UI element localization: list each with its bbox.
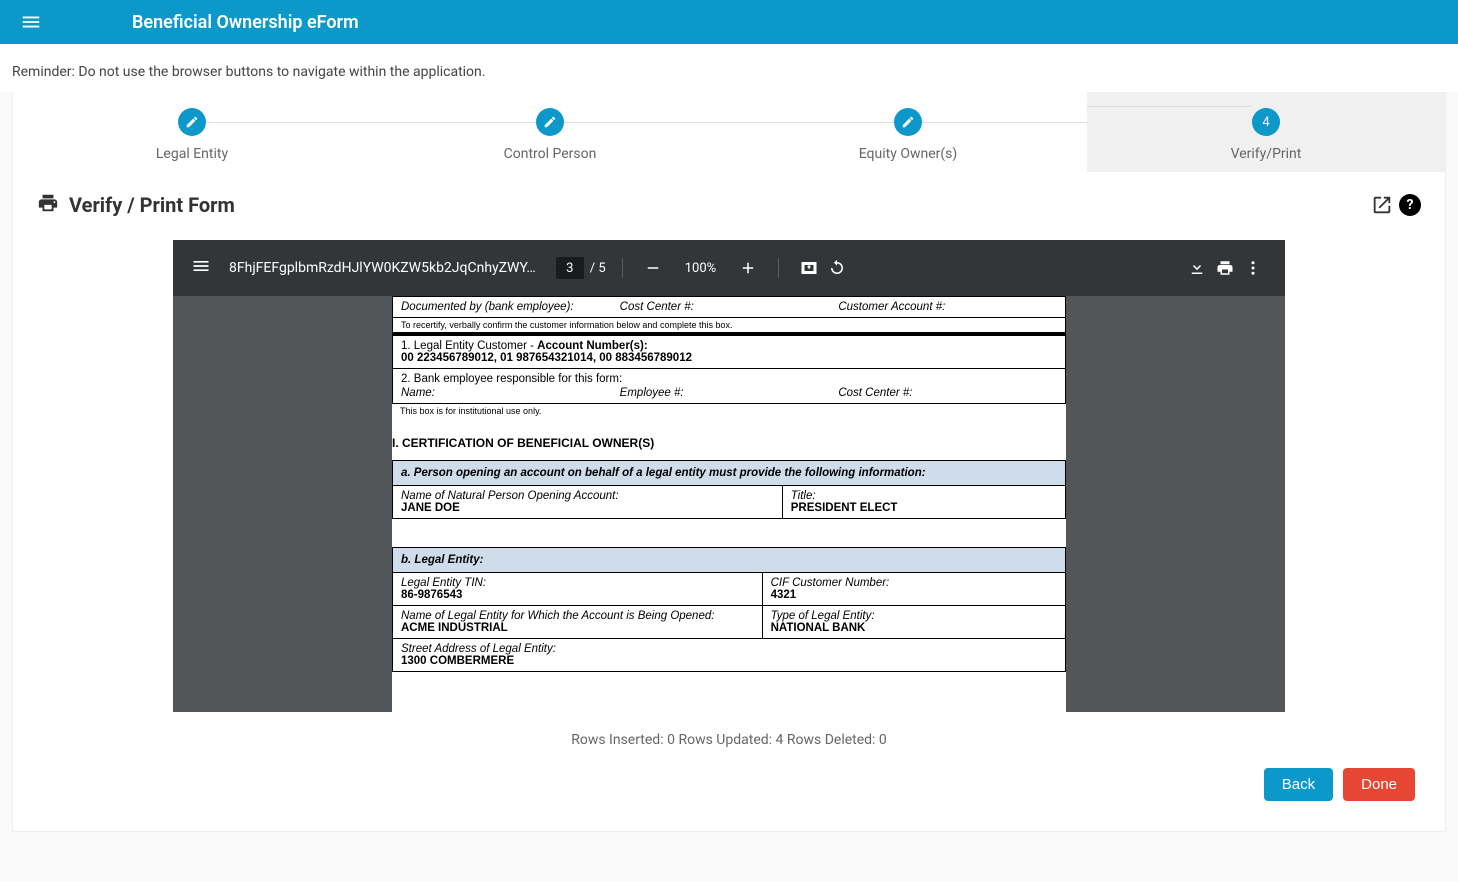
pencil-icon <box>185 115 199 129</box>
customer-account-label: Customer Account #: <box>838 301 1057 313</box>
zoom-out-button[interactable] <box>639 254 667 282</box>
pdf-toolbar: 8FhjFEFgplbmRzdHJlYW0KZW5kb2JqCnhyZWY… 3… <box>173 240 1285 296</box>
cif-value: 4321 <box>771 589 797 601</box>
street-label: Street Address of Legal Entity: <box>401 643 556 655</box>
cost-center-label-2: Cost Center #: <box>838 387 1057 399</box>
section-title: Verify / Print Form <box>69 193 235 217</box>
pdf-page: Documented by (bank employee): Cost Cent… <box>392 296 1066 712</box>
pdf-total-pages: / 5 <box>590 261 606 276</box>
print-button[interactable] <box>1211 254 1239 282</box>
pdf-zoom[interactable]: 100% <box>677 258 724 279</box>
more-vert-icon <box>1244 259 1262 277</box>
section-a-header: a. Person opening an account on behalf o… <box>392 460 1066 486</box>
step-label: Legal Entity <box>13 146 371 162</box>
step-label: Verify/Print <box>1087 146 1445 162</box>
step-control-person[interactable]: Control Person <box>371 108 729 172</box>
cif-label: CIF Customer Number: <box>771 577 890 589</box>
hamburger-icon <box>191 256 211 276</box>
step-label: Equity Owner(s) <box>729 146 1087 162</box>
section-header: Verify / Print Form ? <box>13 182 1445 226</box>
entity-type-value: NATIONAL BANK <box>771 622 866 634</box>
step-verify-print[interactable]: 4 Verify/Print <box>1087 92 1445 172</box>
print-icon <box>37 192 59 218</box>
pdf-viewer: 8FhjFEFgplbmRzdHJlYW0KZW5kb2JqCnhyZWY… 3… <box>173 240 1285 712</box>
cert-heading: I. CERTIFICATION OF BENEFICIAL OWNER(S) <box>392 418 1066 460</box>
institutional-note: This box is for institutional use only. <box>392 404 1066 418</box>
pencil-icon <box>901 115 915 129</box>
footer-buttons: Back Done <box>13 758 1445 801</box>
person-name-value: JANE DOE <box>401 502 460 514</box>
name-label: Name: <box>401 387 620 399</box>
account-numbers: 00 223456789012, 01 987654321014, 00 883… <box>401 352 692 364</box>
entity-type-label: Type of Legal Entity: <box>771 610 875 622</box>
minus-icon <box>644 259 662 277</box>
rotate-icon <box>828 259 846 277</box>
person-name-label: Name of Natural Person Opening Account: <box>401 490 619 502</box>
tin-label: Legal Entity TIN: <box>401 577 486 589</box>
entity-name-label: Name of Legal Entity for Which the Accou… <box>401 610 714 622</box>
reminder-text: Reminder: Do not use the browser buttons… <box>0 44 1458 92</box>
documented-by-label: Documented by (bank employee): <box>401 301 620 313</box>
rotate-button[interactable] <box>823 254 851 282</box>
step-legal-entity[interactable]: Legal Entity <box>13 108 371 172</box>
content-scroll[interactable]: Reminder: Do not use the browser buttons… <box>0 44 1458 882</box>
done-button[interactable]: Done <box>1343 768 1415 801</box>
form-card: Legal Entity Control Person Equity Owner… <box>12 92 1446 832</box>
person-title-label: Title: <box>791 490 816 502</box>
step-equity-owners[interactable]: Equity Owner(s) <box>729 108 1087 172</box>
fit-page-button[interactable] <box>795 254 823 282</box>
recertify-note: To recertify, verbally confirm the custo… <box>392 318 1066 333</box>
pdf-menu-button[interactable] <box>191 256 211 280</box>
print-icon <box>1216 259 1234 277</box>
help-icon[interactable]: ? <box>1399 194 1421 216</box>
street-value: 1300 COMBERMERE <box>401 655 514 667</box>
person-title-value: PRESIDENT ELECT <box>791 502 898 514</box>
back-button[interactable]: Back <box>1264 768 1333 801</box>
app-title: Beneficial Ownership eForm <box>132 12 359 33</box>
section-b-header: b. Legal Entity: <box>392 547 1066 573</box>
employee-no-label: Employee #: <box>620 387 839 399</box>
pdf-filename: 8FhjFEFgplbmRzdHJlYW0KZW5kb2JqCnhyZWY… <box>229 260 536 276</box>
tin-value: 86-9876543 <box>401 589 462 601</box>
download-icon <box>1188 259 1206 277</box>
stepper: Legal Entity Control Person Equity Owner… <box>13 92 1445 182</box>
pencil-icon <box>543 115 557 129</box>
step-badge: 4 <box>1252 108 1280 136</box>
line1-prefix: 1. Legal Entity Customer - <box>401 340 534 352</box>
bank-employee-label: 2. Bank employee responsible for this fo… <box>401 373 1057 385</box>
pdf-page-input[interactable]: 3 <box>556 257 584 279</box>
download-button[interactable] <box>1183 254 1211 282</box>
pdf-page-scroll[interactable]: Documented by (bank employee): Cost Cent… <box>173 296 1285 712</box>
hamburger-icon <box>20 11 42 33</box>
menu-button[interactable] <box>20 11 42 33</box>
plus-icon <box>739 259 757 277</box>
entity-name-value: ACME INDUSTRIAL <box>401 622 508 634</box>
line1-label: Account Number(s): <box>537 340 648 352</box>
cost-center-label: Cost Center #: <box>620 301 839 313</box>
zoom-in-button[interactable] <box>734 254 762 282</box>
status-row: Rows Inserted: 0 Rows Updated: 4 Rows De… <box>13 722 1445 758</box>
open-external-icon[interactable] <box>1371 194 1393 216</box>
more-button[interactable] <box>1239 254 1267 282</box>
fit-icon <box>800 259 818 277</box>
app-header: Beneficial Ownership eForm <box>0 0 1458 44</box>
step-label: Control Person <box>371 146 729 162</box>
